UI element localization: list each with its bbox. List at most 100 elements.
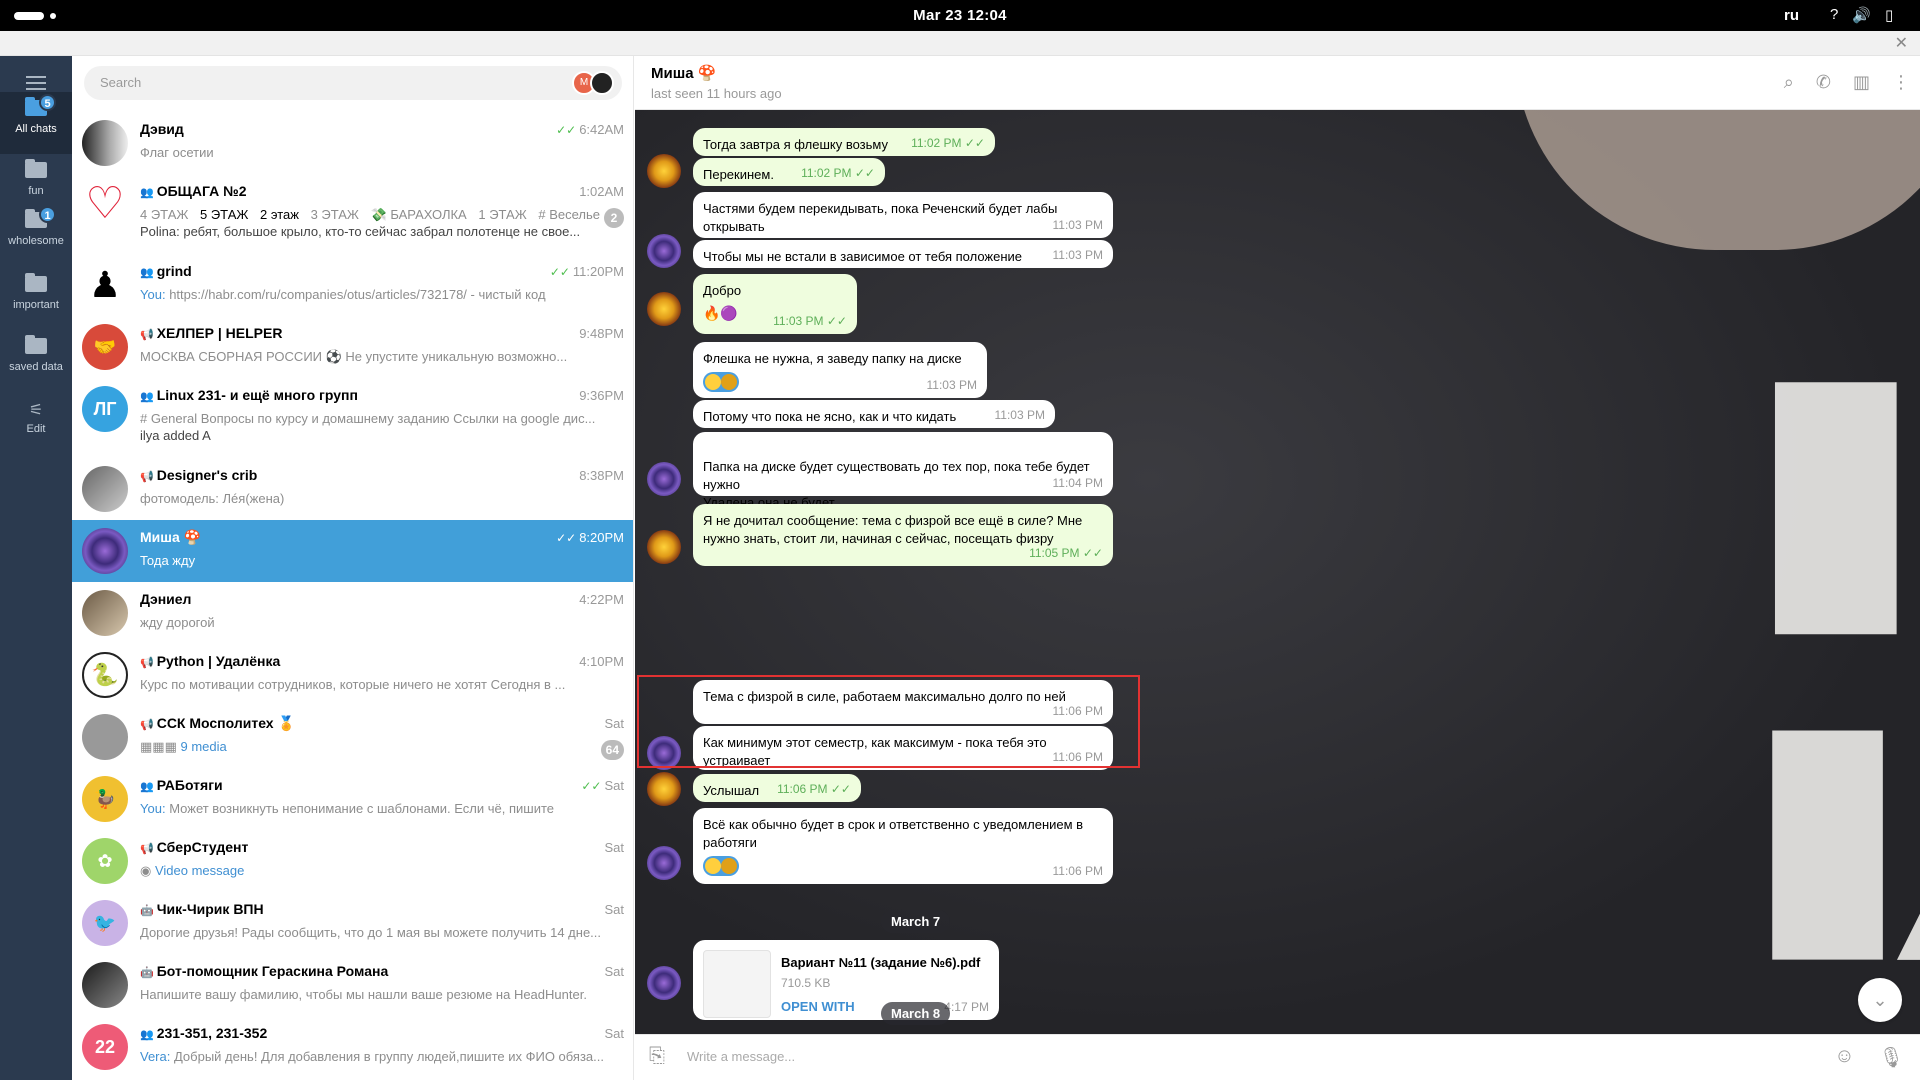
sender-avatar[interactable]	[647, 462, 681, 496]
sender-avatar[interactable]	[647, 966, 681, 1000]
message-text: Добро	[703, 283, 742, 298]
sender-avatar[interactable]	[647, 772, 681, 806]
message-input[interactable]: Write a message...	[687, 1049, 795, 1064]
group-icon: 👥	[140, 781, 154, 793]
chat-name: ХЕЛПЕР | HELPER	[156, 325, 283, 341]
folder-wholesome[interactable]: 1 wholesome	[0, 204, 72, 274]
topic-tag[interactable]: 2 этаж	[260, 207, 299, 222]
chat-header[interactable]: Миша 🍄 last seen 11 hours ago ⌕ ✆ ▥ ⋮	[635, 56, 1920, 110]
chat-row-grind[interactable]: ♟ 👥 grind ✓✓ 11:20PM You: https://habr.com…	[72, 254, 633, 316]
chat-row-bot-geraskin[interactable]: 🤖 Бот-помощник Гераскина Романа Sat Напиш…	[72, 954, 633, 1016]
message-bubble[interactable]: Всё как обычно будет в срок и ответствен…	[693, 808, 1113, 884]
message-bubble[interactable]: Я не дочитал сообщение: тема с физрой вс…	[693, 504, 1113, 566]
message-time: 11:04 PM	[1052, 476, 1103, 490]
chess-avatar-icon: ♟	[82, 262, 128, 308]
message-composer: ⎘ Write a message... ☺ 🎙	[635, 1034, 1920, 1080]
folder-icon	[25, 335, 47, 355]
folder-all-chats[interactable]: 5 All chats	[0, 92, 72, 154]
pdf-thumbnail-icon[interactable]	[703, 950, 771, 1018]
message-bubble[interactable]: Перекинем. 11:02 PM ✓✓	[693, 158, 885, 186]
phone-icon[interactable]: ✆	[1816, 72, 1831, 93]
message-bubble[interactable]: Флешка не нужна, я заведу папку на диске…	[693, 342, 987, 398]
search-input[interactable]: Search M	[84, 66, 622, 100]
sender-avatar[interactable]	[647, 292, 681, 326]
emoji-icon[interactable]: ☺	[1834, 1045, 1854, 1070]
message-bubble[interactable]: Услышал 11:06 PM ✓✓	[693, 774, 861, 802]
chat-name: РАБотяги	[156, 777, 223, 793]
chat-row-ssk[interactable]: 📢 ССК Мосполитех 🏅 Sat ▦▦▦ 9 media 64	[72, 706, 633, 768]
more-icon[interactable]: ⋮	[1892, 72, 1910, 93]
chat-name: Designer's crib	[156, 467, 258, 483]
read-checkmark-icon: ✓✓	[581, 779, 602, 793]
search-placeholder: Search	[100, 75, 142, 90]
chat-row-chik-chirik[interactable]: 🐦 🤖 Чик-Чирик ВПН Sat Дорогие друзья! Рад…	[72, 892, 633, 954]
message-bubble[interactable]: Тогда завтра я флешку возьму 11:02 PM ✓✓	[693, 128, 995, 156]
unread-count: 64	[600, 740, 624, 760]
chat-time: Sat	[604, 964, 624, 979]
chat-preview: жду дорогой	[140, 615, 215, 630]
microphone-icon[interactable]: 🎙	[1879, 1045, 1904, 1070]
topic-tag[interactable]: 4 ЭТАЖ	[140, 207, 188, 222]
chat-row-designers-crib[interactable]: 📢 Designer's crib 8:38PM фотомодель: Лéя(…	[72, 458, 633, 520]
sender-label: You:	[140, 801, 166, 816]
chat-row-linux[interactable]: ЛГ 👥 Linux 231- и ещё много групп 9:36PM …	[72, 378, 633, 458]
chat-row-misha[interactable]: Миша 🍄 ✓✓ 8:20PM Тода жду	[72, 520, 633, 582]
open-with-button[interactable]: OPEN WITH	[781, 998, 855, 1016]
message-text: Услышал	[703, 783, 760, 798]
reaction-chip[interactable]	[703, 856, 739, 876]
chat-background: ▮▯ ▮▲ Тогда завтра я флешку возьму 11:02…	[635, 110, 1920, 1034]
message-bubble[interactable]: Чтобы мы не встали в зависимое от тебя п…	[693, 240, 1113, 268]
message-bubble[interactable]: Добро 🔥🟣 11:03 PM ✓✓	[693, 274, 857, 334]
folder-saved-data[interactable]: saved data	[0, 330, 72, 392]
account-avatar	[590, 71, 614, 95]
sender-avatar[interactable]	[647, 154, 681, 188]
folder-label: wholesome	[8, 235, 64, 247]
window-close-icon[interactable]: ✕	[1895, 33, 1908, 53]
search-icon[interactable]: ⌕	[1784, 72, 1794, 93]
folder-edit[interactable]: ⚟ Edit	[0, 392, 72, 454]
system-tray[interactable]: ? 🔊 ▯	[1830, 6, 1893, 24]
system-clock[interactable]: Mar 23 12:04	[0, 7, 1920, 24]
chat-time: 4:10PM	[579, 654, 624, 669]
folder-important[interactable]: important	[0, 268, 72, 330]
message-bubble[interactable]: Папка на диске будет существовать до тех…	[693, 432, 1113, 510]
message-text: Я не дочитал сообщение: тема с физрой вс…	[703, 513, 1083, 546]
battery-icon: ▯	[1885, 7, 1894, 24]
sender-avatar[interactable]	[647, 234, 681, 268]
chat-row-daniel[interactable]: Дэниел 4:22PM жду дорогой	[72, 582, 633, 644]
sidebar-toggle-icon[interactable]: ▥	[1853, 72, 1870, 93]
wifi-icon: ?	[1830, 6, 1839, 23]
sender-avatar[interactable]	[647, 846, 681, 880]
folder-label: Edit	[26, 423, 46, 435]
topic-tag[interactable]: 1 ЭТАЖ	[478, 207, 526, 222]
account-switcher[interactable]: M	[572, 71, 616, 95]
avatar: ЛГ	[82, 386, 128, 432]
topic-tag[interactable]: 💸 БАРАХОЛКА	[371, 207, 467, 222]
message-bubble[interactable]: Частями будем перекидывать, пока Реченск…	[693, 192, 1113, 238]
topic-tag[interactable]: 5 ЭТАЖ	[200, 207, 248, 222]
file-message[interactable]: Вариант №11 (задание №6).pdf 710.5 KB OP…	[693, 940, 999, 1020]
folder-icon	[25, 273, 47, 293]
chat-row-helper[interactable]: 🤝 📢 ХЕЛПЕР | HELPER 9:48PM МОСКВА СБОРНАЯ…	[72, 316, 633, 378]
chat-row-python[interactable]: 🐍 📢 Python | Удалёнка 4:10PM Курс по моти…	[72, 644, 633, 706]
keyboard-layout[interactable]: ru	[1784, 7, 1799, 24]
chat-time: 6:42AM	[579, 122, 624, 137]
chat-row-sberstudent[interactable]: ✿ 📢 СберСтудент Sat ◉ Video message	[72, 830, 633, 892]
topic-tag[interactable]: # Веселье	[538, 207, 600, 222]
thumbs-up-icon	[705, 374, 721, 390]
chat-row-rabotyagi[interactable]: 🦆 👥 РАБотяги ✓✓ Sat You: Может возникнуть …	[72, 768, 633, 830]
attach-icon[interactable]: ⎘	[649, 1045, 665, 1068]
scroll-to-bottom-button[interactable]: ⌄	[1858, 978, 1902, 1022]
group-icon: 👥	[140, 391, 154, 403]
sender-avatar[interactable]	[647, 530, 681, 564]
window-title-bar: ✕	[0, 31, 1920, 56]
reaction-chip[interactable]	[703, 372, 739, 392]
chat-time: 1:02AM	[579, 184, 624, 199]
message-bubble[interactable]: Потому что пока не ясно, как и что кидат…	[693, 400, 1055, 428]
message-time: 11:05 PM	[1029, 546, 1080, 560]
chat-row-david[interactable]: Дэвид ✓✓ 6:42AM Флаг осетии	[72, 112, 633, 174]
conversation-panel: Миша 🍄 last seen 11 hours ago ⌕ ✆ ▥ ⋮ ▮▯…	[635, 56, 1920, 1080]
topic-tag[interactable]: 3 ЭТАЖ	[311, 207, 359, 222]
chat-row-231-351[interactable]: 22 👥 231-351, 231-352 Sat Vera: Добрый де…	[72, 1016, 633, 1078]
chat-row-obshchaga[interactable]: ♡ 👥 ОБЩАГА №2 1:02AM 4 ЭТАЖ 5 ЭТАЖ 2 этаж…	[72, 174, 633, 254]
